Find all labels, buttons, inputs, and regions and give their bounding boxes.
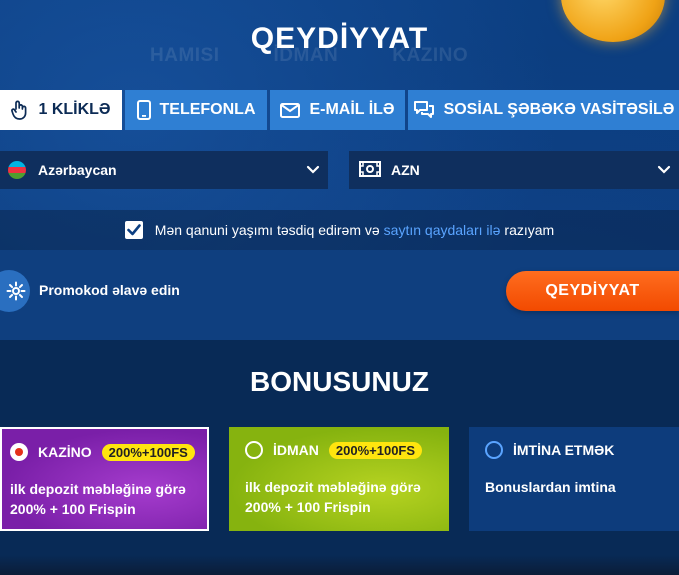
country-value: Azərbaycan xyxy=(38,162,117,178)
bonus-option-name: İDMAN xyxy=(273,442,319,458)
agree-text: Mən qanuni yaşımı təsdiq edirəm və xyxy=(154,222,380,238)
agree-checkbox[interactable] xyxy=(124,221,143,239)
bonus-description: ilk depozit məbləğinə görə xyxy=(10,481,186,497)
registration-method-tabs: 1 KLİKLƏ TELEFONLA E-MAİL İLƏ SOSİAL ŞƏB… xyxy=(0,90,679,130)
checkmark-icon xyxy=(126,224,141,236)
azerbaijan-flag-icon xyxy=(8,161,26,179)
bonus-badge: 200%+100FS xyxy=(328,441,423,459)
agree-text-suffix: razıyam xyxy=(504,222,555,238)
bonus-option-name: KAZİNO xyxy=(38,444,92,460)
tab-label: SOSİAL ŞƏBƏKƏ VASİTƏSİLƏ xyxy=(443,101,675,118)
promo-code-link[interactable]: Promokod əlavə edin xyxy=(39,282,180,298)
currency-select[interactable]: AZN xyxy=(349,151,679,189)
age-terms-agreement: Mən qanuni yaşımı təsdiq edirəm və saytı… xyxy=(0,210,679,250)
bonus-amount: 200% + 100 Frispin xyxy=(10,501,136,517)
page-title: QEYDİYYAT xyxy=(250,22,429,55)
radio-selected-icon[interactable] xyxy=(10,443,28,461)
radio-unselected-icon[interactable] xyxy=(245,441,263,459)
tab-label: 1 KLİKLƏ xyxy=(38,101,111,118)
terms-link[interactable]: saytın qaydaları ilə xyxy=(384,222,501,238)
chat-icon xyxy=(413,100,435,120)
bonus-option-name: İMTİNA ETMƏK xyxy=(513,442,615,458)
chevron-down-icon xyxy=(657,162,671,179)
tab-social[interactable]: SOSİAL ŞƏBƏKƏ VASİTƏSİLƏ xyxy=(408,90,679,130)
bonus-title: BONUSUNUZ xyxy=(250,366,429,397)
tab-one-click[interactable]: 1 KLİKLƏ xyxy=(0,90,122,130)
tab-label: TELEFONLA xyxy=(159,101,256,118)
register-button[interactable]: QEYDİYYAT xyxy=(506,271,679,311)
bonus-description: Bonuslardan imtina xyxy=(485,479,616,495)
bonus-option-casino[interactable]: KAZİNO 200%+100FS ilk depozit məbləğinə … xyxy=(0,427,209,531)
hand-icon xyxy=(11,100,29,120)
chevron-down-icon xyxy=(306,162,320,179)
country-select[interactable]: Azərbaycan xyxy=(0,151,328,189)
banknote-icon xyxy=(359,160,381,180)
footer-strip xyxy=(0,555,679,575)
bonus-description: ilk depozit məbləğinə görə xyxy=(245,479,421,495)
currency-value: AZN xyxy=(391,162,420,178)
tab-phone[interactable]: TELEFONLA xyxy=(125,90,267,130)
radio-unselected-icon[interactable] xyxy=(485,441,503,459)
gear-icon[interactable] xyxy=(0,270,30,312)
tab-label: E-MAİL İLƏ xyxy=(309,101,395,118)
phone-icon xyxy=(136,100,151,120)
bonus-amount: 200% + 100 Frispin xyxy=(245,499,371,515)
tab-email[interactable]: E-MAİL İLƏ xyxy=(270,90,405,130)
envelope-icon xyxy=(280,102,301,118)
bonus-option-sport[interactable]: İDMAN 200%+100FS ilk depozit məbləğinə g… xyxy=(229,427,449,531)
bonus-option-decline[interactable]: İMTİNA ETMƏK Bonuslardan imtina xyxy=(469,427,679,531)
bonus-badge: 200%+100FS xyxy=(101,443,195,461)
